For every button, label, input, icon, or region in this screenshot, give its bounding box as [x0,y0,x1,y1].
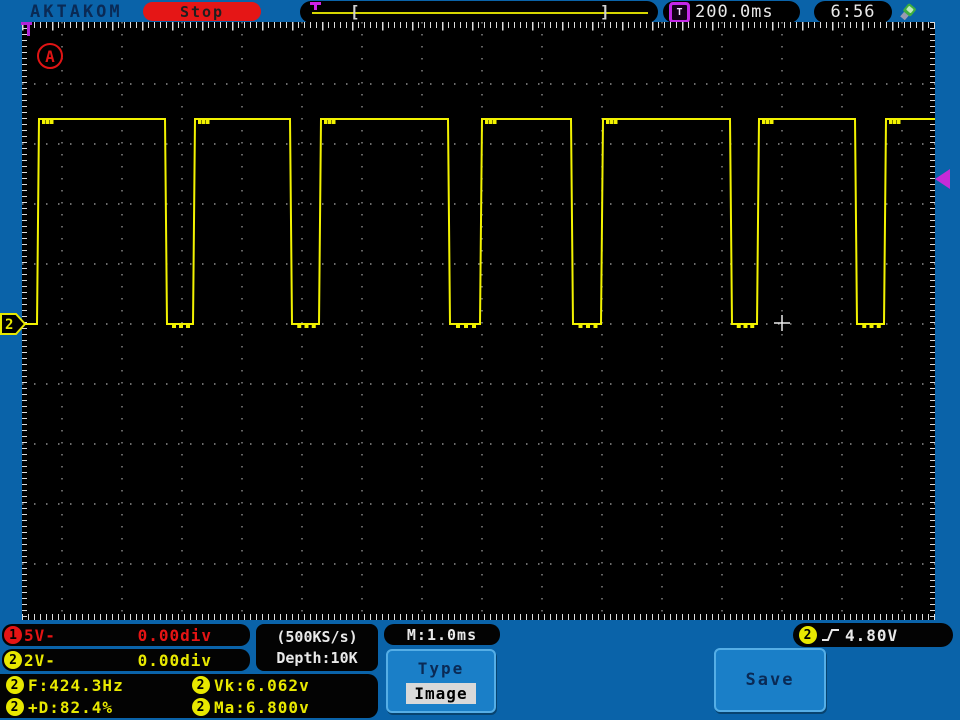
channel2-status: 2 2V- 0.00div [2,649,250,671]
record-position-bar: [ ] [300,1,658,23]
waveform-display [22,21,935,620]
run-stop-status[interactable]: Stop [143,2,261,21]
channel1-offset: 0.00div [137,625,212,645]
record-length-line [312,12,648,14]
channel2-offset: 0.00div [137,650,212,670]
channel2-trace [22,118,935,328]
channel1-badge: 1 [4,626,22,644]
horizontal-trigger-position-icon [21,22,32,36]
memory-depth: Depth:10K [276,649,358,667]
timebase-readout: M:1.0ms [384,624,500,645]
channel1-status: 1 5V- 0.00div [2,624,250,646]
measurement-max: 2 Ma:6.800v [192,698,378,717]
graticule-grid [22,22,935,620]
trigger-readout: 2 4.80V [793,623,953,647]
sample-rate: (500KS/s) [276,628,358,646]
channel2-ground-marker[interactable]: 2 [0,313,27,335]
measurement-channel-badge: 2 [192,676,210,694]
clock: 6:56 [814,1,892,23]
trigger-level-value: 4.80V [845,625,899,645]
graticule-and-trace [22,21,935,620]
type-selected-value[interactable]: Image [406,683,476,704]
record-trigger-marker-icon [310,2,321,10]
type-menu-button[interactable]: Type Image [386,649,496,713]
usb-drive-icon [900,3,916,21]
save-button[interactable]: Save [714,648,826,712]
measurement-channel-badge: 2 [192,698,210,716]
measurement-vk: 2 Vk:6.062v [192,676,378,695]
rising-edge-icon [822,629,839,641]
aktakom-logo-icon: A [37,43,63,69]
trigger-point-cross [774,315,790,331]
channel2-scale: 2V- [24,650,56,670]
top-status-bar: AKTAKOM Stop [ ] T 200.0ms 6:56 [0,0,960,23]
measurement-duty: 2 +D:82.4% [6,698,192,717]
trigger-source-badge: 2 [799,626,817,644]
window-left-bracket: [ [350,2,360,21]
trigger-delay-readout: T 200.0ms [663,1,800,23]
measurement-channel-badge: 2 [6,676,24,694]
measurements-panel: 2 F:424.3Hz 2 Vk:6.062v 2 +D:82.4% 2 Ma:… [0,674,378,718]
trigger-t-icon: T [669,1,690,23]
type-label: Type [417,659,465,678]
edge-tick-rulers [22,21,935,620]
channel2-badge: 2 [4,651,22,669]
trigger-delay-value: 200.0ms [695,2,774,22]
measurement-channel-badge: 2 [6,698,24,716]
trigger-level-arrow-icon[interactable] [935,169,950,189]
svg-text:2: 2 [5,317,13,333]
window-right-bracket: ] [600,2,610,21]
channel1-scale: 5V- [24,625,56,645]
brand-label: AKTAKOM [30,2,123,22]
measurement-frequency: 2 F:424.3Hz [6,676,192,695]
acquisition-status: (500KS/s) Depth:10K [256,624,378,671]
